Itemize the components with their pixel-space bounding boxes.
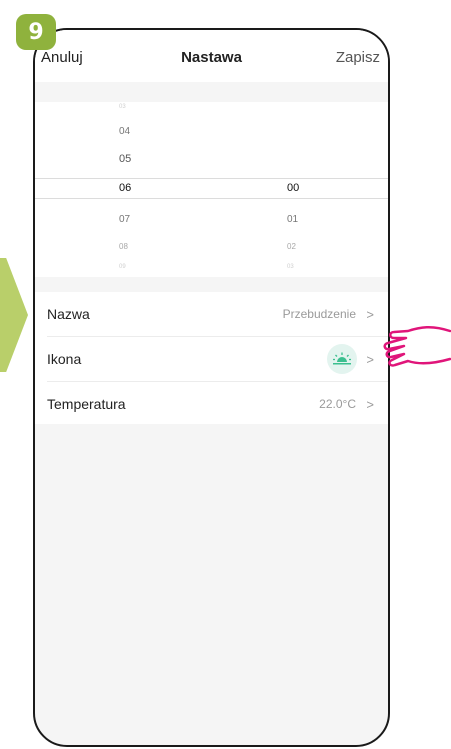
step-number: 9 xyxy=(28,19,44,45)
header-bar: Nastawa Anuluj Zapisz xyxy=(35,30,388,82)
hour-option[interactable]: 08 xyxy=(119,242,128,251)
phone-frame: Nastawa Anuluj Zapisz 03 04 05 06 07 08 … xyxy=(33,28,390,747)
minute-option[interactable]: 03 xyxy=(287,264,294,270)
minute-selected[interactable]: 00 xyxy=(287,182,299,194)
pointing-hand-icon xyxy=(383,326,451,367)
name-value: Przebudzenie xyxy=(282,307,356,321)
picker-selection-band xyxy=(35,178,388,199)
chevron-right-icon: > xyxy=(366,351,374,367)
temperature-label: Temperatura xyxy=(47,396,126,412)
hour-option[interactable]: 04 xyxy=(119,126,130,137)
temperature-value: 22.0°C xyxy=(319,397,356,411)
time-picker[interactable]: 03 04 05 06 07 08 09 00 01 02 03 xyxy=(35,102,388,277)
step-arrow xyxy=(0,258,28,372)
settings-list: Nazwa Przebudzenie > Ikona > Temperatura… xyxy=(35,292,388,424)
chevron-right-icon: > xyxy=(366,396,374,412)
save-button[interactable]: Zapisz xyxy=(336,49,380,66)
chevron-right-icon: > xyxy=(366,306,374,322)
hour-option[interactable]: 03 xyxy=(119,104,126,110)
cancel-button[interactable]: Anuluj xyxy=(41,49,83,66)
hour-option[interactable]: 09 xyxy=(119,264,126,270)
step-badge: 9 xyxy=(16,14,56,50)
sunrise-icon xyxy=(327,344,357,374)
name-label: Nazwa xyxy=(47,306,90,322)
icon-label: Ikona xyxy=(47,351,82,367)
minute-option[interactable]: 01 xyxy=(287,214,298,225)
minute-option[interactable]: 02 xyxy=(287,242,296,251)
name-row[interactable]: Nazwa Przebudzenie > xyxy=(35,292,388,336)
icon-row[interactable]: Ikona > xyxy=(35,337,388,381)
hour-option[interactable]: 05 xyxy=(119,153,131,165)
hour-selected[interactable]: 06 xyxy=(119,182,131,194)
temperature-row[interactable]: Temperatura 22.0°C > xyxy=(35,382,388,426)
hour-option[interactable]: 07 xyxy=(119,214,130,225)
